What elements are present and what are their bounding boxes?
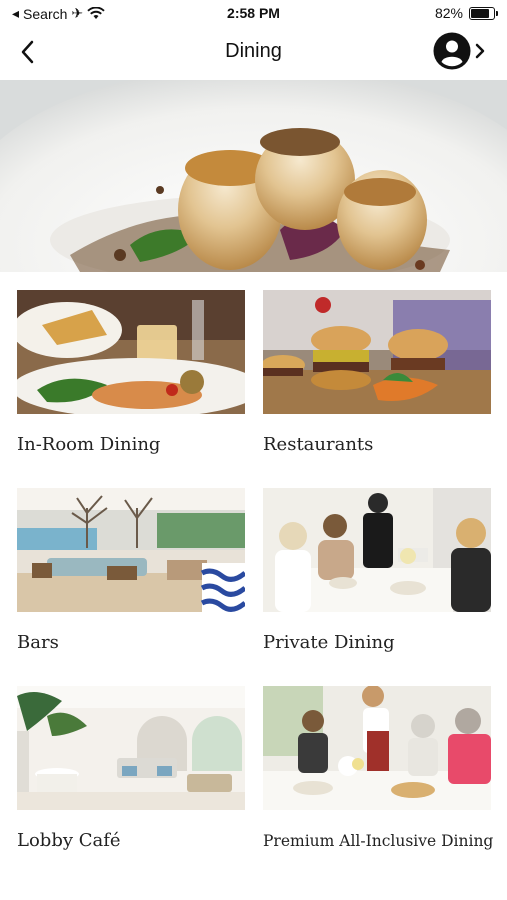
- profile-button[interactable]: [433, 32, 485, 70]
- card-bars[interactable]: Bars: [17, 488, 245, 653]
- card-label: Premium All-Inclusive Dining: [263, 832, 494, 850]
- battery-fill: [471, 8, 490, 18]
- nav-bar: Dining: [0, 30, 507, 74]
- lobby-cafe-image: [17, 686, 245, 810]
- chevron-right-icon: [475, 43, 485, 59]
- in-room-dining-image: [17, 290, 245, 414]
- status-bar: ◂ Search ✈ 2:58 PM 82%: [0, 0, 507, 26]
- card-private-dining[interactable]: Private Dining: [263, 488, 491, 653]
- battery-percent: 82%: [434, 5, 463, 21]
- battery-icon: [469, 6, 498, 20]
- card-restaurants[interactable]: Restaurants: [263, 290, 491, 455]
- card-label: Bars: [17, 632, 59, 653]
- card-in-room-dining[interactable]: In-Room Dining: [17, 290, 245, 455]
- bars-image: [17, 488, 245, 612]
- card-premium-all-inclusive-dining[interactable]: Premium All-Inclusive Dining: [263, 686, 494, 850]
- private-dining-image: [263, 488, 491, 612]
- status-time: 2:58 PM: [227, 5, 280, 21]
- card-label: In-Room Dining: [17, 434, 161, 455]
- user-avatar-icon: [433, 32, 471, 70]
- status-right: 82%: [434, 5, 498, 21]
- premium-dining-image: [263, 686, 491, 810]
- card-label: Private Dining: [263, 632, 395, 653]
- card-label: Restaurants: [263, 434, 374, 455]
- hero-image: [0, 80, 507, 272]
- restaurants-image: [263, 290, 491, 414]
- card-lobby-cafe[interactable]: Lobby Café: [17, 686, 245, 851]
- card-label: Lobby Café: [17, 830, 121, 851]
- page-title: Dining: [225, 40, 282, 62]
